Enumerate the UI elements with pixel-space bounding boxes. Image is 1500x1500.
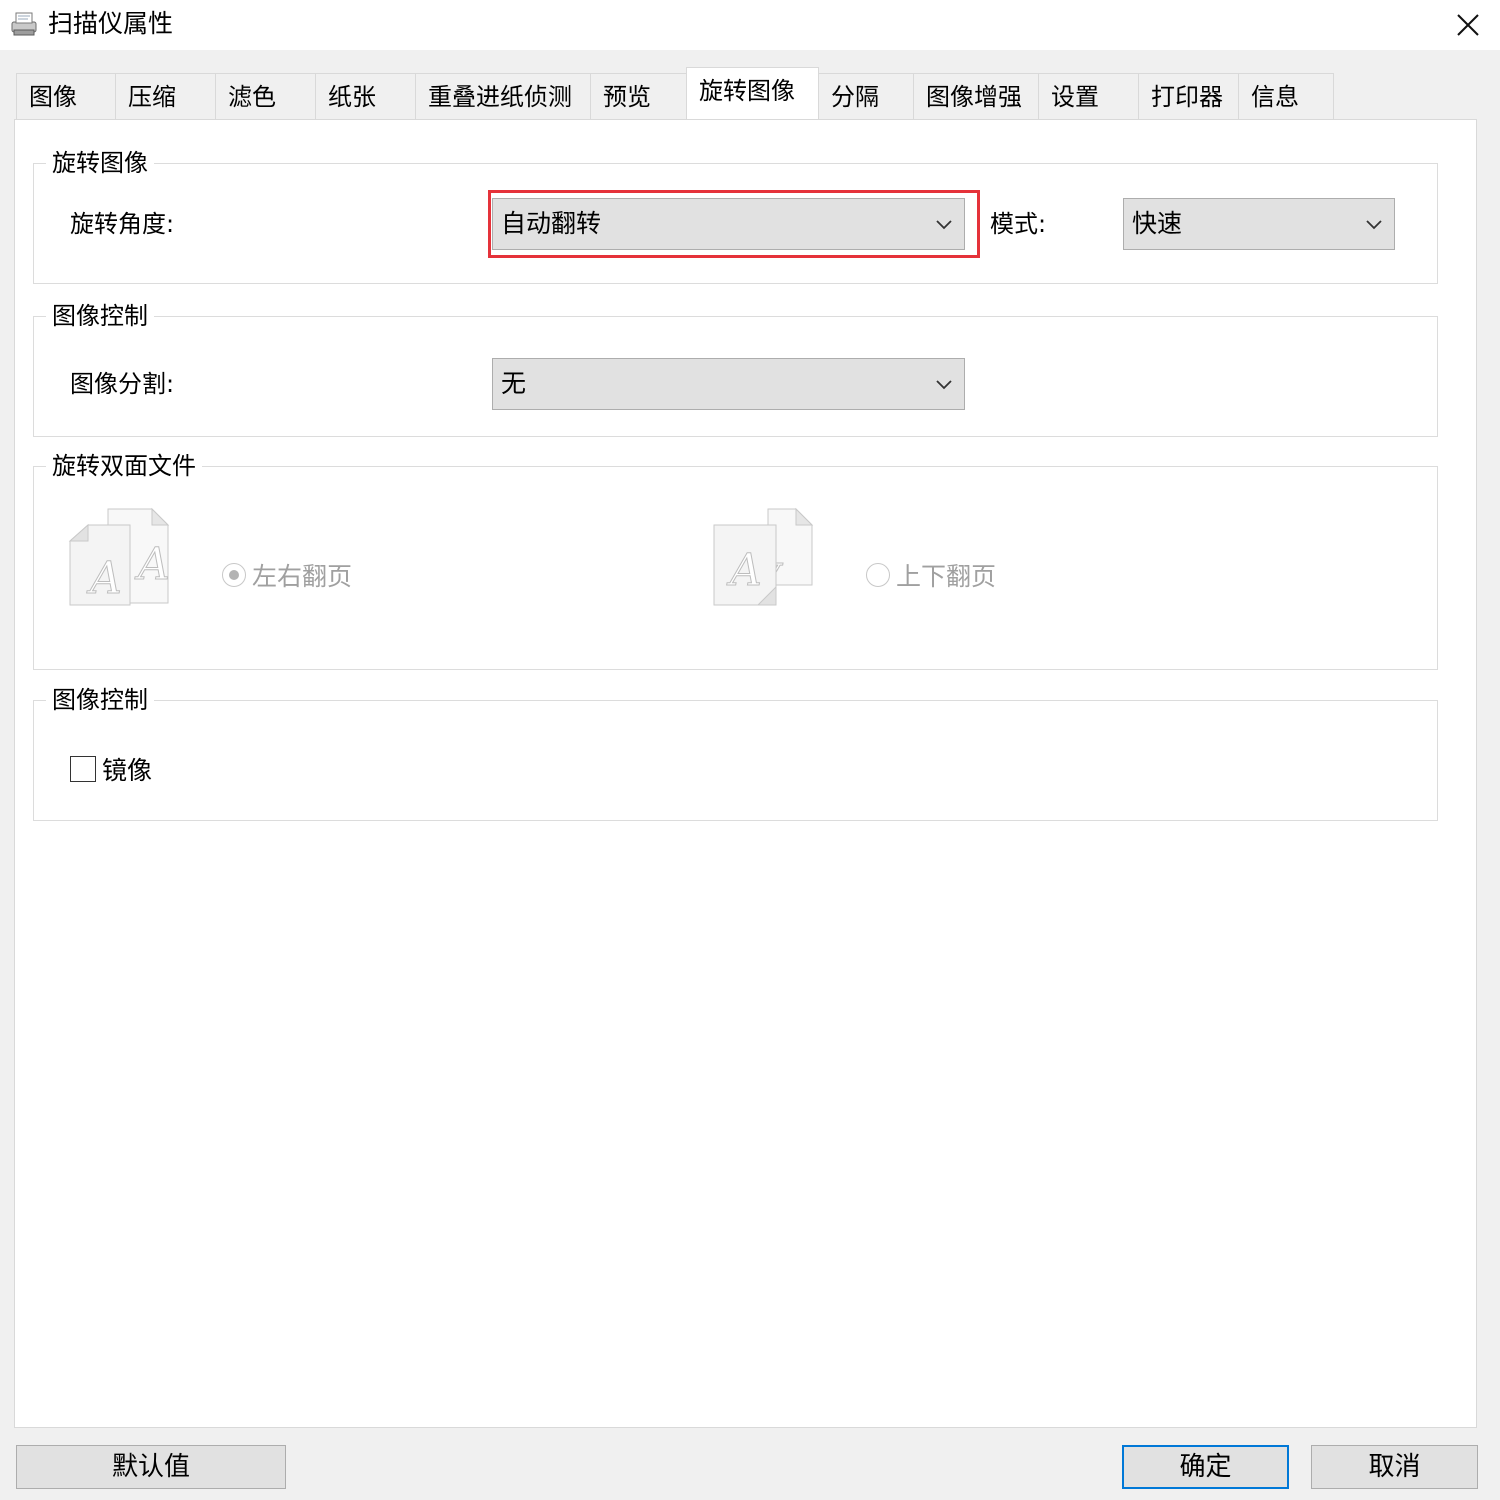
rotation-angle-select[interactable]: 自动翻转 (492, 198, 965, 250)
window-title: 扫描仪属性 (48, 9, 174, 38)
radio-button (222, 563, 246, 587)
rotate-image-tab-page: 旋转图像 旋转角度: 自动翻转 模式: 快速 图像控制 图像分割: 无 旋转双面… (14, 119, 1477, 1428)
tab-settings[interactable]: 设置 (1038, 73, 1139, 119)
tab-paper[interactable]: 纸张 (315, 73, 416, 119)
chevron-down-icon (936, 220, 952, 230)
mirror-label: 镜像 (102, 756, 153, 785)
tab-preview[interactable]: 预览 (590, 73, 691, 119)
rotate-image-group: 旋转图像 旋转角度: 自动翻转 模式: 快速 (33, 146, 1438, 284)
svg-text:A: A (726, 545, 762, 596)
mode-select[interactable]: 快速 (1123, 198, 1395, 250)
mirror-group: 图像控制 镜像 (33, 683, 1438, 821)
top-bottom-flip-icon: A A (713, 507, 814, 606)
tab-image[interactable]: 图像 (16, 73, 116, 119)
tab-info[interactable]: 信息 (1238, 73, 1334, 119)
left-right-flip-icon: A A (68, 507, 170, 606)
group-title: 图像控制 (46, 299, 154, 333)
top-bottom-flip-label: 上下翻页 (896, 562, 997, 591)
tab-color-filter[interactable]: 滤色 (215, 73, 316, 119)
rotation-angle-label: 旋转角度: (70, 210, 175, 238)
chevron-down-icon (936, 380, 952, 390)
scanner-icon (11, 12, 37, 36)
image-split-select[interactable]: 无 (492, 358, 965, 410)
svg-text:A: A (134, 539, 170, 590)
group-title: 旋转图像 (46, 146, 154, 180)
image-split-value: 无 (501, 369, 527, 398)
tab-strip: 图像 压缩 滤色 纸张 重叠进纸侦测 预览 旋转图像 分隔 图像增强 设置 打印… (16, 67, 1486, 120)
rotation-angle-value: 自动翻转 (501, 209, 602, 238)
mirror-checkbox[interactable]: 镜像 (70, 751, 152, 787)
top-bottom-flip-radio[interactable]: 上下翻页 (866, 557, 996, 593)
mode-label: 模式: (990, 210, 1047, 238)
image-split-group: 图像控制 图像分割: 无 (33, 299, 1438, 437)
ok-button[interactable]: 确定 (1122, 1445, 1289, 1489)
radio-button (866, 563, 890, 587)
default-values-button[interactable]: 默认值 (16, 1445, 286, 1489)
group-title: 图像控制 (46, 683, 154, 717)
tab-rotate-image[interactable]: 旋转图像 (686, 67, 819, 119)
svg-text:A: A (86, 553, 122, 604)
tab-imprinter[interactable]: 打印器 (1138, 73, 1239, 119)
scanner-properties-dialog: 扫描仪属性 图像 压缩 滤色 纸张 重叠进纸侦测 预览 旋转图像 分隔 图像增强… (0, 0, 1500, 1500)
title-bar: 扫描仪属性 (0, 0, 1500, 50)
group-title: 旋转双面文件 (46, 449, 202, 483)
tab-image-enhancement[interactable]: 图像增强 (913, 73, 1039, 119)
left-right-flip-label: 左右翻页 (252, 562, 353, 591)
tab-compression[interactable]: 压缩 (115, 73, 216, 119)
checkbox-box (70, 756, 96, 782)
mode-value: 快速 (1132, 209, 1183, 238)
duplex-rotation-group: 旋转双面文件 A A 左右翻页 A A (33, 449, 1438, 670)
tab-separation[interactable]: 分隔 (818, 73, 914, 119)
image-split-label: 图像分割: (70, 370, 175, 398)
cancel-button[interactable]: 取消 (1311, 1445, 1478, 1489)
close-button[interactable] (1436, 0, 1500, 50)
left-right-flip-radio[interactable]: 左右翻页 (222, 557, 352, 593)
close-icon (1457, 14, 1479, 36)
tab-multifeed-detection[interactable]: 重叠进纸侦测 (415, 73, 591, 119)
chevron-down-icon (1366, 220, 1382, 230)
